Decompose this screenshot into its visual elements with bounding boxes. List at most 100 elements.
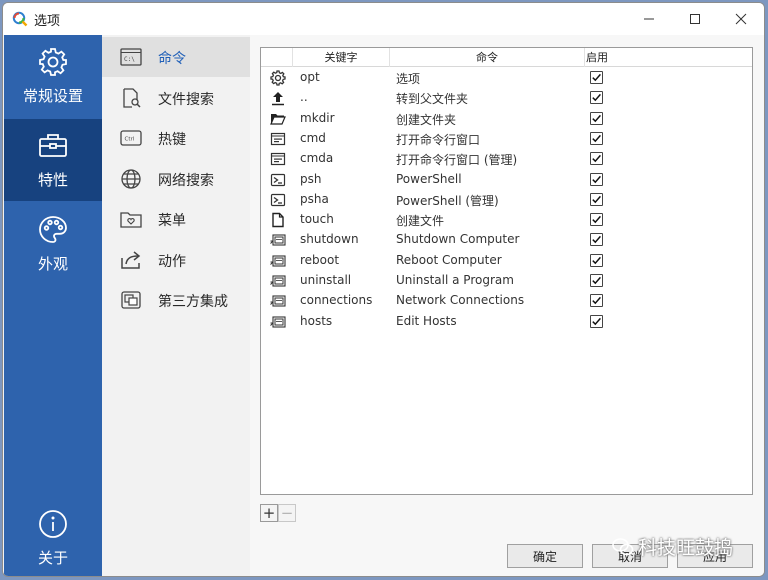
table-row[interactable]: opt 选项 bbox=[261, 68, 752, 88]
table-row[interactable]: psh PowerShell bbox=[261, 170, 752, 190]
powershell-icon bbox=[270, 193, 286, 206]
row-enabled-checkbox[interactable] bbox=[590, 91, 603, 105]
nav-item-appearance[interactable]: 外观 bbox=[4, 203, 102, 285]
subnav-item-file-search[interactable]: 文件搜索 bbox=[102, 78, 250, 118]
row-command: PowerShell (管理) bbox=[396, 193, 499, 208]
nav-item-label: 关于 bbox=[37, 549, 68, 567]
row-keyword: connections bbox=[300, 293, 373, 308]
row-keyword: touch bbox=[300, 212, 334, 227]
windows-shortcut-icon bbox=[270, 234, 286, 246]
row-enabled-checkbox[interactable] bbox=[590, 253, 603, 267]
row-command: 创建文件 bbox=[396, 214, 445, 229]
row-enabled-checkbox[interactable] bbox=[590, 314, 603, 328]
subnav-item-actions[interactable]: 动作 bbox=[102, 240, 250, 280]
row-keyword: opt bbox=[300, 70, 320, 84]
row-command: Network Connections bbox=[396, 293, 525, 308]
checkmark-icon bbox=[592, 73, 601, 82]
console-window-icon bbox=[270, 153, 286, 166]
table-row[interactable]: uninstall Uninstall a Program bbox=[261, 271, 752, 291]
powershell-icon bbox=[270, 173, 286, 186]
row-command: Edit Hosts bbox=[396, 313, 457, 328]
row-enabled-checkbox[interactable] bbox=[590, 71, 603, 84]
header-command[interactable]: 命令 bbox=[390, 48, 585, 67]
row-enabled-checkbox[interactable] bbox=[590, 213, 603, 227]
table-row[interactable]: .. 转到父文件夹 bbox=[261, 88, 752, 108]
upload-arrow-icon bbox=[272, 92, 284, 106]
checkmark-icon bbox=[592, 236, 601, 244]
subnav-item-label: 第三方集成 bbox=[158, 294, 228, 310]
svg-text:Ctrl: Ctrl bbox=[125, 137, 135, 143]
ok-button[interactable]: 确定 bbox=[507, 544, 583, 568]
checkmark-icon bbox=[592, 215, 601, 224]
checkmark-icon bbox=[592, 276, 601, 285]
table-row[interactable]: reboot Reboot Computer bbox=[261, 251, 752, 271]
table-row[interactable]: cmd 打开命令行窗口 bbox=[261, 129, 752, 149]
table-row[interactable]: connections Network Connections bbox=[261, 291, 752, 311]
row-enabled-checkbox[interactable] bbox=[590, 294, 603, 308]
maximize-icon bbox=[690, 14, 700, 24]
palette-icon bbox=[39, 216, 67, 243]
header-keyword[interactable]: 关键字 bbox=[293, 48, 390, 67]
features-subnav: C:\ 命令 文件搜索 Ctrl 热键 网络搜索 菜单 动作 第三方集成 bbox=[102, 35, 250, 576]
subnav-item-menu[interactable]: 菜单 bbox=[102, 199, 250, 239]
subnav-item-label: 热键 bbox=[158, 132, 186, 148]
row-keyword: .. bbox=[300, 90, 308, 105]
row-enabled-checkbox[interactable] bbox=[590, 152, 603, 166]
row-keyword: reboot bbox=[300, 252, 340, 267]
commands-table[interactable]: 关键字 命令 启用 opt 选项 .. 转到父文件夹 mkdir 创建文件夹 cmd 打开命令… bbox=[260, 47, 753, 495]
svg-text:C:\: C:\ bbox=[124, 56, 135, 63]
row-command: 选项 bbox=[396, 72, 421, 86]
row-command: 创建文件夹 bbox=[396, 112, 457, 127]
minimize-button[interactable] bbox=[626, 3, 672, 35]
subnav-item-web-search[interactable]: 网络搜索 bbox=[102, 159, 250, 199]
row-enabled-checkbox[interactable] bbox=[590, 233, 603, 247]
checkmark-icon bbox=[592, 317, 601, 325]
gear-icon bbox=[39, 48, 67, 76]
row-enabled-checkbox[interactable] bbox=[590, 111, 603, 125]
windows-shortcut-icon bbox=[270, 255, 286, 267]
wechat-icon bbox=[612, 537, 634, 555]
watermark: 科技旺鼓捣 bbox=[612, 533, 733, 560]
table-row[interactable]: hosts Edit Hosts bbox=[261, 312, 752, 332]
minimize-icon bbox=[644, 18, 654, 20]
table-row[interactable]: psha PowerShell (管理) bbox=[261, 190, 752, 210]
checkmark-icon bbox=[592, 175, 601, 183]
row-keyword: hosts bbox=[300, 313, 333, 328]
table-header: 关键字 命令 启用 bbox=[261, 48, 752, 67]
close-button[interactable] bbox=[718, 3, 764, 35]
row-enabled-checkbox[interactable] bbox=[590, 274, 603, 287]
console-window-icon bbox=[270, 132, 286, 145]
nav-item-general[interactable]: 常规设置 bbox=[4, 35, 102, 117]
subnav-item-hotkeys[interactable]: Ctrl 热键 bbox=[102, 118, 250, 158]
row-enabled-checkbox[interactable] bbox=[590, 131, 603, 145]
row-command: Shutdown Computer bbox=[396, 232, 520, 247]
nav-item-about[interactable]: 关于 bbox=[4, 497, 102, 576]
watermark-text: 科技旺鼓捣 bbox=[638, 537, 734, 559]
maximize-button[interactable] bbox=[672, 3, 718, 35]
add-command-button[interactable]: + bbox=[260, 504, 278, 522]
row-enabled-checkbox[interactable] bbox=[590, 192, 603, 206]
integration-icon bbox=[121, 291, 141, 309]
close-icon bbox=[735, 13, 747, 25]
subnav-item-label: 网络搜索 bbox=[158, 173, 214, 189]
row-enabled-checkbox[interactable] bbox=[590, 172, 603, 186]
row-keyword: mkdir bbox=[300, 110, 335, 125]
windows-shortcut-icon bbox=[270, 316, 286, 328]
file-icon bbox=[272, 212, 284, 228]
checkmark-icon bbox=[592, 155, 601, 163]
remove-command-button[interactable]: − bbox=[278, 504, 296, 522]
subnav-item-label: 动作 bbox=[158, 254, 186, 270]
nav-item-features[interactable]: 特性 bbox=[4, 119, 102, 201]
table-row[interactable]: shutdown Shutdown Computer bbox=[261, 230, 752, 250]
subnav-item-integrations[interactable]: 第三方集成 bbox=[102, 280, 250, 320]
folder-open-icon bbox=[270, 113, 286, 125]
file-search-icon bbox=[123, 88, 141, 108]
table-row[interactable]: touch 创建文件 bbox=[261, 210, 752, 230]
toolbox-icon bbox=[39, 134, 67, 157]
table-row[interactable]: cmda 打开命令行窗口 (管理) bbox=[261, 149, 752, 169]
checkmark-icon bbox=[592, 256, 601, 264]
table-row[interactable]: mkdir 创建文件夹 bbox=[261, 109, 752, 129]
subnav-item-commands[interactable]: C:\ 命令 bbox=[102, 37, 250, 77]
row-keyword: psha bbox=[300, 191, 329, 206]
header-enabled[interactable]: 启用 bbox=[585, 48, 609, 67]
